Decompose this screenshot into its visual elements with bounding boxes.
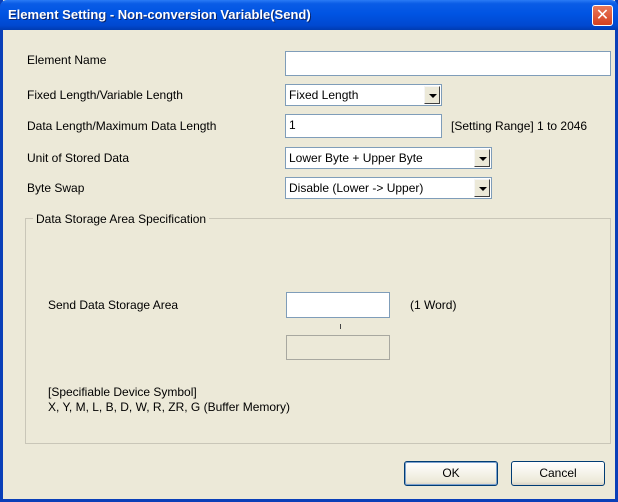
- chevron-down-icon[interactable]: [474, 179, 490, 197]
- send-area-label: Send Data Storage Area: [48, 298, 179, 312]
- unit-label: Unit of Stored Data: [27, 151, 130, 165]
- length-type-label: Fixed Length/Variable Length: [27, 88, 183, 102]
- device-symbol-list: X, Y, M, L, B, D, W, R, ZR, G (Buffer Me…: [48, 400, 291, 414]
- cancel-button[interactable]: Cancel: [511, 461, 605, 486]
- unit-value: Lower Byte + Upper Byte: [289, 151, 423, 165]
- chevron-down-icon[interactable]: [474, 149, 490, 167]
- divider: [340, 324, 341, 329]
- byte-swap-dropdown[interactable]: Disable (Lower -> Upper): [285, 177, 492, 199]
- device-symbol-header: [Specifiable Device Symbol]: [48, 385, 197, 399]
- close-icon[interactable]: ✕: [592, 5, 613, 26]
- byte-swap-label: Byte Swap: [27, 181, 85, 195]
- ok-button[interactable]: OK: [404, 461, 498, 486]
- length-type-dropdown[interactable]: Fixed Length: [285, 84, 442, 106]
- chevron-down-icon[interactable]: [424, 86, 440, 104]
- setting-range-note: [Setting Range] 1 to 2046: [451, 119, 588, 133]
- data-length-label: Data Length/Maximum Data Length: [27, 119, 217, 133]
- element-name-input[interactable]: [285, 51, 611, 76]
- length-type-value: Fixed Length: [289, 88, 359, 102]
- unit-dropdown[interactable]: Lower Byte + Upper Byte: [285, 147, 492, 169]
- data-length-input[interactable]: 1: [285, 114, 442, 138]
- byte-swap-value: Disable (Lower -> Upper): [289, 181, 424, 195]
- title-bar[interactable]: Element Setting - Non-conversion Variabl…: [0, 0, 618, 30]
- word-note: (1 Word): [410, 298, 457, 312]
- element-name-label: Element Name: [27, 53, 107, 67]
- send-area-input[interactable]: [286, 292, 390, 318]
- window-title: Element Setting - Non-conversion Variabl…: [8, 7, 311, 22]
- storage-group-label: Data Storage Area Specification: [33, 212, 210, 226]
- send-area-end-field: [286, 335, 390, 360]
